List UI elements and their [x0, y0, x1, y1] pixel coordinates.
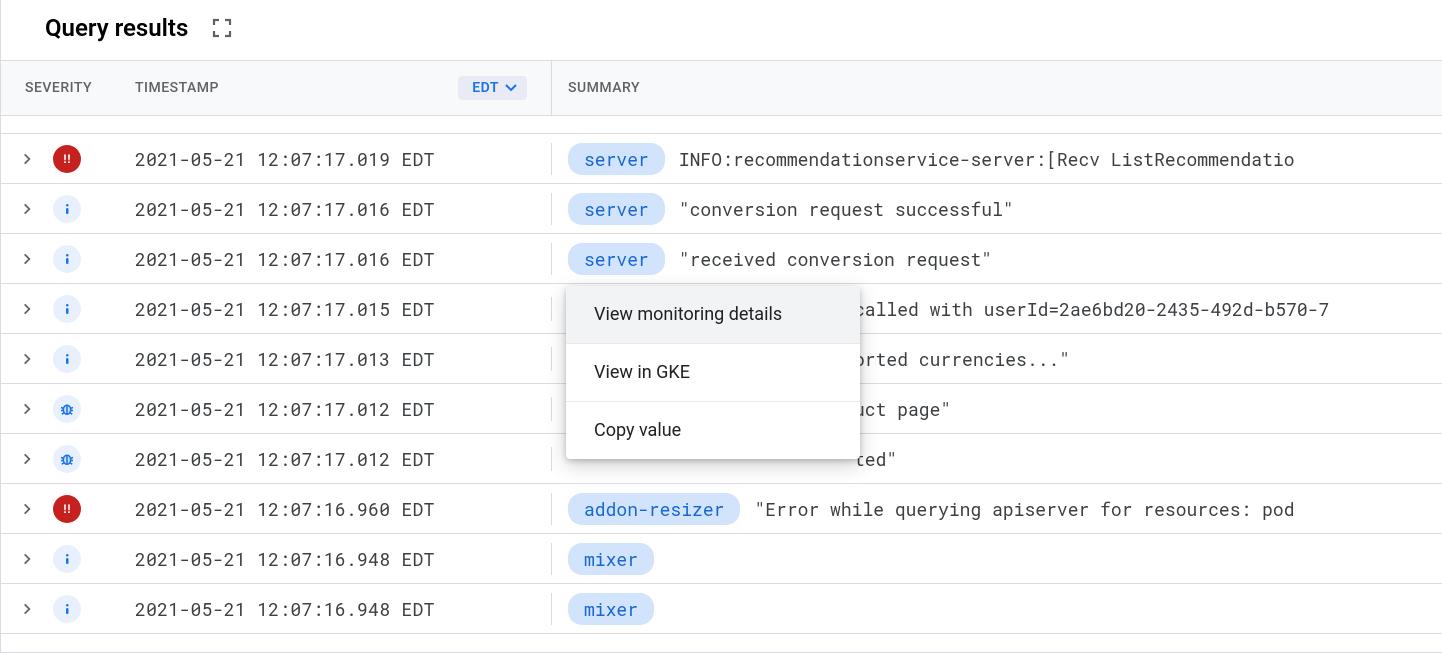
summary-text: orted currencies..." [854, 347, 1070, 371]
svg-text:!!: !! [63, 152, 71, 166]
debug-icon [53, 395, 81, 423]
table-row-partial [1, 634, 1442, 652]
expand-toggle[interactable] [1, 352, 53, 366]
timestamp-cell: 2021-05-21 12:07:17.016 EDT [119, 197, 551, 221]
severity-cell [53, 345, 119, 373]
summary-text: INFO:recommendationservice-server:[Recv … [679, 147, 1295, 171]
panel-header: Query results [1, 0, 1442, 60]
severity-cell [53, 245, 119, 273]
context-menu: View monitoring details View in GKE Copy… [566, 286, 860, 459]
severity-cell [53, 545, 119, 573]
table-row[interactable]: 2021-05-21 12:07:17.016 EDT server "conver… [1, 184, 1442, 234]
source-tag[interactable]: mixer [568, 543, 654, 575]
menu-item-view-gke[interactable]: View in GKE [566, 344, 860, 402]
source-tag[interactable]: server [568, 243, 665, 275]
source-tag[interactable]: server [568, 193, 665, 225]
summary-text: called with userId=2ae6bd20-2435-492d-b5… [854, 297, 1329, 321]
info-icon [53, 245, 81, 273]
dropdown-icon [505, 84, 517, 92]
timestamp-cell: 2021-05-21 12:07:17.015 EDT [119, 297, 551, 321]
expand-toggle[interactable] [1, 152, 53, 166]
source-tag[interactable]: addon-resizer [568, 493, 740, 525]
table-row[interactable]: 2021-05-21 12:07:16.948 EDT mixer [1, 534, 1442, 584]
timestamp-cell: 2021-05-21 12:07:17.016 EDT [119, 247, 551, 271]
timezone-selector[interactable]: EDT [458, 76, 527, 100]
panel-title: Query results [45, 14, 188, 42]
fullscreen-icon[interactable] [210, 16, 234, 40]
col-header-timestamp: TIMESTAMP EDT [119, 76, 551, 100]
summary-cell: server "conversion request successful" [551, 193, 1442, 225]
info-icon [53, 545, 81, 573]
expand-toggle[interactable] [1, 402, 53, 416]
source-tag[interactable]: mixer [568, 593, 654, 625]
timezone-label: EDT [472, 80, 499, 96]
menu-item-copy-value[interactable]: Copy value [566, 402, 860, 459]
col-header-severity[interactable]: SEVERITY [1, 80, 119, 96]
summary-cell: server "received conversion request" [551, 243, 1442, 275]
summary-text: "Error while querying apiserver for reso… [754, 497, 1294, 521]
expand-toggle[interactable] [1, 252, 53, 266]
info-icon [53, 295, 81, 323]
summary-cell: mixer [551, 593, 1442, 625]
expand-toggle[interactable] [1, 202, 53, 216]
summary-text: "conversion request successful" [679, 197, 1014, 221]
timestamp-cell: 2021-05-21 12:07:16.948 EDT [119, 547, 551, 571]
expand-toggle[interactable] [1, 602, 53, 616]
menu-item-view-monitoring[interactable]: View monitoring details [566, 286, 860, 344]
table-row[interactable]: 2021-05-21 12:07:16.948 EDT mixer [1, 584, 1442, 634]
source-tag[interactable]: server [568, 143, 665, 175]
info-icon [53, 595, 81, 623]
expand-toggle[interactable] [1, 452, 53, 466]
error-icon: !! [53, 495, 81, 523]
severity-cell: !! [53, 495, 119, 523]
expand-toggle[interactable] [1, 502, 53, 516]
summary-text: "received conversion request" [679, 247, 992, 271]
info-icon [53, 345, 81, 373]
table-row[interactable]: !!2021-05-21 12:07:16.960 EDTaddon-resiz… [1, 484, 1442, 534]
expand-toggle[interactable] [1, 552, 53, 566]
timestamp-cell: 2021-05-21 12:07:17.012 EDT [119, 397, 551, 421]
table-row[interactable]: !! 2021-05-21 12:07:17.019 EDT server INFO:… [1, 134, 1442, 184]
summary-cell: addon-resizer "Error while querying apise… [551, 493, 1442, 525]
severity-cell [53, 395, 119, 423]
summary-cell: server INFO:recommendationservice-server:… [551, 143, 1442, 175]
col-header-summary[interactable]: SUMMARY [551, 61, 1442, 115]
severity-cell [53, 295, 119, 323]
table-row-partial [1, 116, 1442, 134]
summary-text: uct page" [854, 397, 951, 421]
summary-cell: mixer [551, 543, 1442, 575]
expand-toggle[interactable] [1, 302, 53, 316]
severity-cell: !! [53, 145, 119, 173]
info-icon [53, 195, 81, 223]
svg-text:!!: !! [63, 502, 71, 516]
summary-text: ted" [854, 447, 897, 471]
timestamp-cell: 2021-05-21 12:07:16.960 EDT [119, 497, 551, 521]
severity-cell [53, 595, 119, 623]
severity-cell [53, 195, 119, 223]
timestamp-cell: 2021-05-21 12:07:17.013 EDT [119, 347, 551, 371]
table-row[interactable]: 2021-05-21 12:07:17.016 EDT server "receiv… [1, 234, 1442, 284]
timestamp-cell: 2021-05-21 12:07:17.012 EDT [119, 447, 551, 471]
timestamp-cell: 2021-05-21 12:07:16.948 EDT [119, 597, 551, 621]
timestamp-cell: 2021-05-21 12:07:17.019 EDT [119, 147, 551, 171]
debug-icon [53, 445, 81, 473]
error-icon: !! [53, 145, 81, 173]
col-header-timestamp-label[interactable]: TIMESTAMP [135, 80, 219, 96]
table-header: SEVERITY TIMESTAMP EDT SUMMARY [1, 60, 1442, 116]
severity-cell [53, 445, 119, 473]
